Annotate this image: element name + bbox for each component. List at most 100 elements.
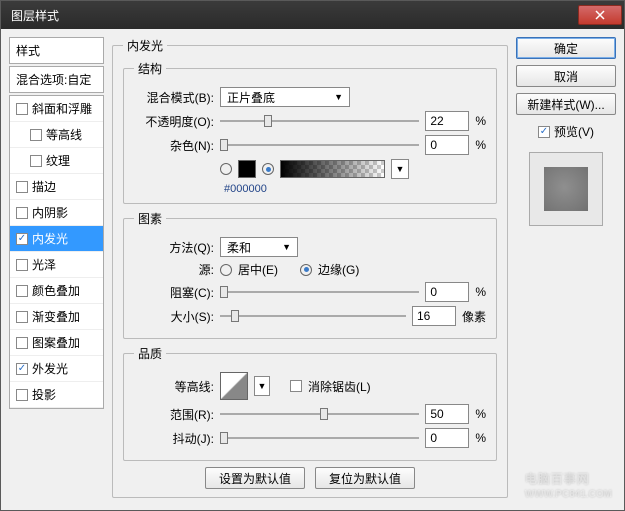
jitter-unit: % bbox=[475, 431, 486, 445]
gradient-radio[interactable] bbox=[262, 163, 274, 175]
choke-unit: % bbox=[475, 285, 486, 299]
antialias-label: 消除锯齿(L) bbox=[308, 378, 371, 395]
styles-panel: 样式 混合选项:自定 斜面和浮雕等高线纹理描边内阴影内发光光泽颜色叠加渐变叠加图… bbox=[9, 37, 104, 502]
style-checkbox[interactable] bbox=[16, 311, 28, 323]
new-style-button[interactable]: 新建样式(W)... bbox=[516, 93, 616, 115]
style-checkbox[interactable] bbox=[16, 259, 28, 271]
opacity-label: 不透明度(O): bbox=[134, 113, 214, 130]
structure-group: 结构 混合模式(B): 正片叠底 ▼ 不透明度(O): % bbox=[123, 60, 497, 204]
style-item[interactable]: 颜色叠加 bbox=[10, 278, 103, 304]
contour-picker[interactable] bbox=[220, 372, 248, 400]
style-item-label: 图案叠加 bbox=[32, 334, 80, 351]
range-label: 范围(R): bbox=[134, 406, 214, 423]
preview-swatch bbox=[544, 167, 588, 211]
style-checkbox[interactable] bbox=[30, 155, 42, 167]
gradient-picker[interactable] bbox=[280, 160, 385, 178]
style-item[interactable]: 图案叠加 bbox=[10, 330, 103, 356]
style-item[interactable]: 光泽 bbox=[10, 252, 103, 278]
style-item-label: 描边 bbox=[32, 178, 56, 195]
style-checkbox[interactable] bbox=[16, 337, 28, 349]
style-checkbox[interactable] bbox=[16, 207, 28, 219]
blend-options-header[interactable]: 混合选项:自定 bbox=[9, 66, 104, 93]
choke-label: 阻塞(C): bbox=[134, 284, 214, 301]
jitter-slider[interactable] bbox=[220, 431, 419, 445]
contour-dropdown[interactable]: ▼ bbox=[254, 376, 270, 396]
close-button[interactable] bbox=[578, 5, 622, 25]
chevron-down-icon: ▼ bbox=[396, 164, 405, 174]
style-item[interactable]: 描边 bbox=[10, 174, 103, 200]
technique-dropdown[interactable]: 柔和 ▼ bbox=[220, 237, 298, 257]
jitter-label: 抖动(J): bbox=[134, 430, 214, 447]
cancel-button[interactable]: 取消 bbox=[516, 65, 616, 87]
style-checkbox[interactable] bbox=[16, 103, 28, 115]
choke-input[interactable] bbox=[425, 282, 469, 302]
style-item-label: 渐变叠加 bbox=[32, 308, 80, 325]
preview-label: 预览(V) bbox=[554, 123, 594, 140]
size-slider[interactable] bbox=[220, 309, 406, 323]
technique-value: 柔和 bbox=[227, 239, 251, 256]
style-item-label: 内发光 bbox=[32, 230, 68, 247]
noise-slider[interactable] bbox=[220, 138, 419, 152]
style-item-label: 外发光 bbox=[32, 360, 68, 377]
chevron-down-icon: ▼ bbox=[334, 92, 343, 102]
opacity-slider[interactable] bbox=[220, 114, 419, 128]
size-unit: 像素 bbox=[462, 308, 486, 325]
jitter-input[interactable] bbox=[425, 428, 469, 448]
gradient-dropdown[interactable]: ▼ bbox=[391, 159, 409, 179]
close-icon bbox=[595, 10, 605, 20]
source-center-label: 居中(E) bbox=[238, 261, 278, 278]
style-item[interactable]: 斜面和浮雕 bbox=[10, 96, 103, 122]
quality-group: 品质 等高线: ▼ 消除锯齿(L) 范围(R): % bbox=[123, 345, 497, 461]
style-checkbox[interactable] bbox=[16, 363, 28, 375]
settings-panel: 内发光 结构 混合模式(B): 正片叠底 ▼ 不透明度(O): bbox=[112, 37, 508, 502]
blend-mode-value: 正片叠底 bbox=[227, 89, 275, 106]
opacity-input[interactable] bbox=[425, 111, 469, 131]
style-item[interactable]: 内阴影 bbox=[10, 200, 103, 226]
source-edge-radio[interactable] bbox=[300, 264, 312, 276]
source-edge-label: 边缘(G) bbox=[318, 261, 359, 278]
quality-legend: 品质 bbox=[134, 345, 166, 362]
color-swatch[interactable] bbox=[238, 160, 256, 178]
antialias-checkbox[interactable] bbox=[290, 380, 302, 392]
make-default-button[interactable]: 设置为默认值 bbox=[205, 467, 305, 489]
choke-slider[interactable] bbox=[220, 285, 419, 299]
noise-input[interactable] bbox=[425, 135, 469, 155]
contour-label: 等高线: bbox=[134, 378, 214, 395]
style-checkbox[interactable] bbox=[16, 389, 28, 401]
style-item[interactable]: 等高线 bbox=[10, 122, 103, 148]
noise-label: 杂色(N): bbox=[134, 137, 214, 154]
style-item[interactable]: 内发光 bbox=[10, 226, 103, 252]
noise-unit: % bbox=[475, 138, 486, 152]
style-checkbox[interactable] bbox=[30, 129, 42, 141]
style-list: 斜面和浮雕等高线纹理描边内阴影内发光光泽颜色叠加渐变叠加图案叠加外发光投影 bbox=[9, 95, 104, 409]
preview-checkbox[interactable] bbox=[538, 126, 550, 138]
ok-button[interactable]: 确定 bbox=[516, 37, 616, 59]
style-checkbox[interactable] bbox=[16, 181, 28, 193]
structure-legend: 结构 bbox=[134, 60, 166, 77]
style-checkbox[interactable] bbox=[16, 233, 28, 245]
size-input[interactable] bbox=[412, 306, 456, 326]
style-checkbox[interactable] bbox=[16, 285, 28, 297]
chevron-down-icon: ▼ bbox=[258, 381, 267, 391]
style-item-label: 光泽 bbox=[32, 256, 56, 273]
style-item-label: 等高线 bbox=[46, 126, 82, 143]
inner-glow-group: 内发光 结构 混合模式(B): 正片叠底 ▼ 不透明度(O): bbox=[112, 37, 508, 498]
range-slider[interactable] bbox=[220, 407, 419, 421]
preview-box bbox=[529, 152, 603, 226]
range-unit: % bbox=[475, 407, 486, 421]
style-item[interactable]: 投影 bbox=[10, 382, 103, 408]
titlebar: 图层样式 bbox=[1, 1, 624, 29]
styles-header[interactable]: 样式 bbox=[9, 37, 104, 64]
range-input[interactable] bbox=[425, 404, 469, 424]
style-item[interactable]: 渐变叠加 bbox=[10, 304, 103, 330]
style-item-label: 纹理 bbox=[46, 152, 70, 169]
source-label: 源: bbox=[134, 261, 214, 278]
style-item-label: 斜面和浮雕 bbox=[32, 100, 92, 117]
style-item[interactable]: 纹理 bbox=[10, 148, 103, 174]
reset-default-button[interactable]: 复位为默认值 bbox=[315, 467, 415, 489]
style-item[interactable]: 外发光 bbox=[10, 356, 103, 382]
source-center-radio[interactable] bbox=[220, 264, 232, 276]
solid-color-radio[interactable] bbox=[220, 163, 232, 175]
elements-legend: 图素 bbox=[134, 210, 166, 227]
blend-mode-dropdown[interactable]: 正片叠底 ▼ bbox=[220, 87, 350, 107]
